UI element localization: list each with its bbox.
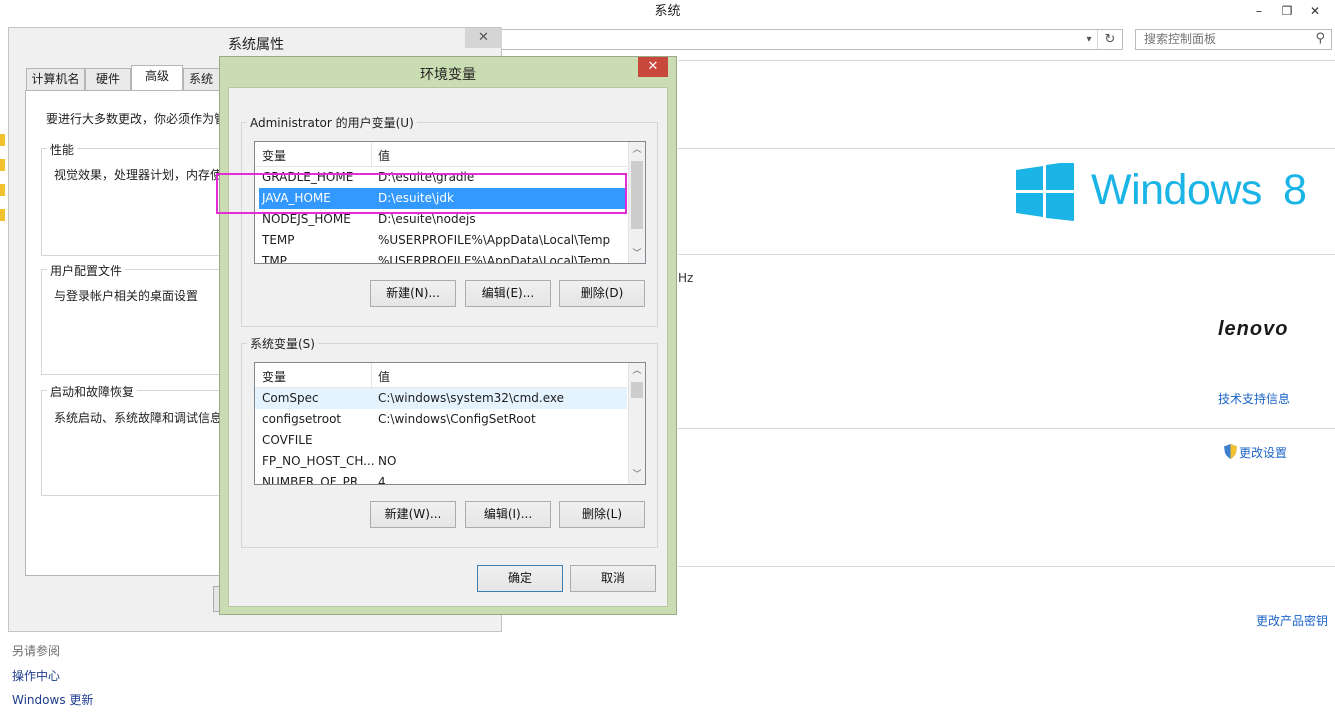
variable-value: D:\esuite\nodejs: [378, 212, 476, 226]
group-description: 视觉效果，处理器计划，内存使: [54, 168, 223, 182]
tab-system-protection[interactable]: 系统保: [183, 68, 223, 90]
section-divider: [678, 254, 1335, 255]
close-button[interactable]: ✕: [465, 28, 502, 48]
variable-value: C:\windows\system32\cmd.exe: [378, 391, 564, 405]
system-variables-list[interactable]: 变量 值 ComSpec C:\windows\system32\cmd.exe…: [254, 362, 646, 485]
header-divider: [678, 60, 1335, 61]
refresh-icon[interactable]: ↻: [1097, 30, 1122, 49]
column-header-variable[interactable]: 变量: [262, 368, 286, 385]
user-delete-button[interactable]: 删除(D): [559, 280, 645, 307]
variable-name: COVFILE: [262, 433, 313, 447]
scroll-down-icon[interactable]: ﹀: [629, 246, 645, 263]
search-box[interactable]: ⚲: [1135, 29, 1332, 50]
section-divider: [678, 566, 1335, 567]
windows-logo-text: Windows: [1091, 166, 1262, 214]
dialog-title: 环境变量: [420, 67, 476, 83]
environment-variables-dialog: 环境变量 ✕ Administrator 的用户变量(U) 变量 值 GRADL…: [219, 56, 677, 615]
processor-info: Hz: [678, 271, 694, 285]
scroll-up-icon[interactable]: ︿: [629, 363, 645, 380]
scroll-up-icon[interactable]: ︿: [629, 142, 645, 159]
variable-name: NUMBER_OF_PR...: [262, 475, 370, 485]
dialog-body: Administrator 的用户变量(U) 变量 值 GRADLE_HOME …: [228, 87, 668, 607]
scroll-down-icon[interactable]: ﹀: [629, 467, 645, 484]
user-new-button[interactable]: 新建(N)...: [370, 280, 456, 307]
search-input[interactable]: [1136, 30, 1304, 48]
table-row[interactable]: configsetroot C:\windows\ConfigSetRoot: [255, 409, 627, 430]
variable-name: TEMP: [262, 233, 295, 247]
section-divider: [678, 148, 1335, 149]
group-label: 启动和故障恢复: [47, 383, 138, 400]
variable-value: C:\windows\ConfigSetRoot: [378, 412, 536, 426]
tab-hardware[interactable]: 硬件: [85, 68, 131, 90]
vertical-scrollbar[interactable]: ︿ ﹀: [628, 363, 645, 484]
tab-advanced[interactable]: 高级: [131, 65, 183, 91]
list-header: 变量 值: [255, 363, 627, 388]
maximize-button[interactable]: ❐: [1274, 2, 1300, 20]
close-window-button[interactable]: ✕: [1302, 2, 1328, 20]
variable-name: ComSpec: [262, 391, 319, 405]
vertical-scrollbar[interactable]: ︿ ﹀: [628, 142, 645, 263]
shield-icon: [0, 184, 5, 199]
variable-name: NODEJS_HOME: [262, 212, 351, 226]
system-variables-label: 系统变量(S): [247, 335, 318, 352]
column-header-value[interactable]: 值: [378, 368, 390, 385]
table-row[interactable]: FP_NO_HOST_CH... NO: [255, 451, 627, 472]
list-header: 变量 值: [255, 142, 627, 167]
table-row[interactable]: ComSpec C:\windows\system32\cmd.exe: [255, 388, 627, 409]
variable-value: %USERPROFILE%\AppData\Local\Temp: [378, 254, 611, 264]
shield-icon: [0, 159, 5, 174]
column-header-variable[interactable]: 变量: [262, 147, 286, 164]
minimize-button[interactable]: –: [1246, 2, 1272, 20]
variable-value: 4: [378, 475, 386, 485]
variable-value: NO: [378, 454, 397, 468]
search-icon[interactable]: ⚲: [1315, 31, 1325, 46]
group-description: 与登录帐户相关的桌面设置: [54, 289, 199, 303]
system-edit-button[interactable]: 编辑(I)...: [465, 501, 551, 528]
table-row[interactable]: TMP %USERPROFILE%\AppData\Local\Temp: [255, 251, 627, 264]
windows-logo-icon: [1016, 163, 1074, 221]
address-bar[interactable]: ▾ ↻: [500, 29, 1123, 50]
see-also-heading: 另请参阅: [12, 644, 61, 658]
group-description: 系统启动、系统故障和调试信息: [54, 411, 223, 425]
tab-computer-name[interactable]: 计算机名: [26, 68, 85, 90]
column-header-value[interactable]: 值: [378, 147, 390, 164]
table-row[interactable]: TEMP %USERPROFILE%\AppData\Local\Temp: [255, 230, 627, 251]
shield-icon: [0, 209, 5, 224]
variable-name: configsetroot: [262, 412, 342, 426]
change-product-key-link[interactable]: 更改产品密钥: [1256, 612, 1328, 629]
support-info-link[interactable]: 技术支持信息: [1218, 390, 1290, 407]
admin-note: 要进行大多数更改，你必须作为管: [46, 112, 227, 126]
ok-button[interactable]: 确定: [477, 565, 563, 592]
cancel-button[interactable]: 取消: [570, 565, 656, 592]
variable-name: FP_NO_HOST_CH...: [262, 454, 375, 468]
variable-value: %USERPROFILE%\AppData\Local\Temp: [378, 233, 611, 247]
system-delete-button[interactable]: 删除(L): [559, 501, 645, 528]
variable-name: TMP: [262, 254, 287, 264]
window-title: 系统: [654, 4, 681, 19]
scrollbar-thumb[interactable]: [631, 161, 643, 229]
windows-version: 8: [1283, 166, 1307, 214]
chevron-down-icon[interactable]: ▾: [1082, 30, 1096, 49]
group-label: 用户配置文件: [47, 262, 126, 279]
highlight-annotation: [216, 173, 627, 214]
windows-update-link[interactable]: Windows 更新: [12, 691, 93, 708]
shield-icon: [0, 134, 5, 149]
group-label: 性能: [47, 141, 78, 158]
close-button[interactable]: ✕: [638, 57, 668, 77]
shield-icon: [1224, 444, 1237, 462]
dialog-title: 系统属性: [228, 37, 284, 53]
system-new-button[interactable]: 新建(W)...: [370, 501, 456, 528]
table-row[interactable]: NUMBER_OF_PR... 4: [255, 472, 627, 485]
scrollbar-thumb[interactable]: [631, 382, 643, 398]
manufacturer-logo: lenovo: [1218, 318, 1289, 340]
change-settings-link[interactable]: 更改设置: [1239, 444, 1287, 461]
action-center-link[interactable]: 操作中心: [12, 667, 60, 684]
section-divider: [678, 428, 1335, 429]
user-variables-label: Administrator 的用户变量(U): [247, 114, 417, 131]
table-row[interactable]: COVFILE: [255, 430, 627, 451]
user-edit-button[interactable]: 编辑(E)...: [465, 280, 551, 307]
